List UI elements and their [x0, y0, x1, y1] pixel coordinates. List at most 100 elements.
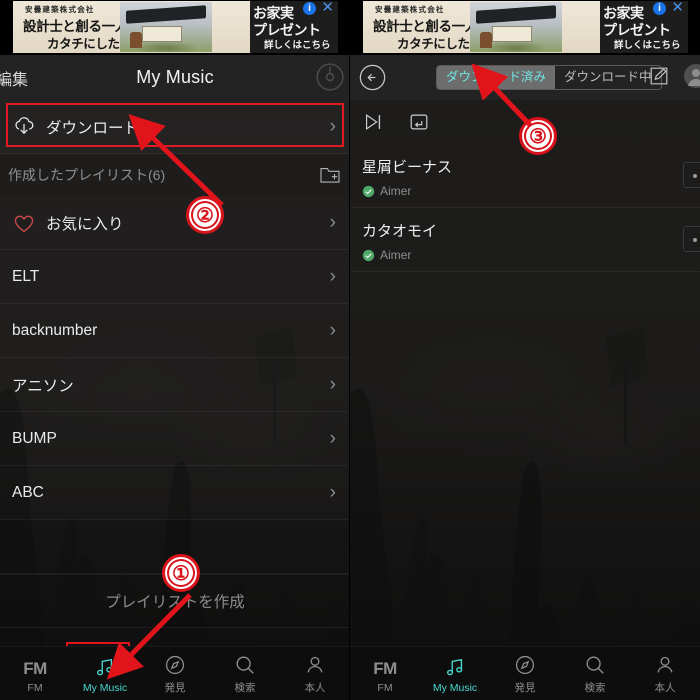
tab-label: My Music — [82, 681, 128, 694]
compass-icon — [514, 652, 536, 676]
search-icon — [584, 652, 606, 676]
ad-creative[interactable]: 安曇建築株式会社 設計士と創る一人一人の夢を カタチにした住まい — [13, 1, 250, 53]
download-row-chevron: › — [329, 115, 336, 137]
check-circle-icon — [362, 185, 375, 197]
song-meta: Aimer — [362, 248, 688, 262]
ad-info-icon[interactable]: i — [653, 2, 666, 15]
ad-info-icon[interactable]: i — [303, 2, 316, 15]
playlist-label: お気に入り — [46, 215, 124, 233]
playlist-chevron: › — [329, 265, 336, 287]
fm-icon: FM — [373, 658, 397, 678]
music-note-icon — [444, 654, 466, 678]
ad-house-plant — [480, 32, 492, 48]
folder-plus-icon[interactable] — [320, 165, 340, 183]
download-box-icon[interactable] — [408, 111, 430, 133]
fm-icon: FM — [23, 658, 47, 678]
playlist-row-anison[interactable]: アニソン › — [0, 358, 349, 412]
ad-company-name: 安曇建築株式会社 — [25, 5, 95, 14]
playlist-chevron: › — [329, 319, 336, 341]
playlist-label: backnumber — [12, 321, 98, 339]
download-segmented-control[interactable]: ダウンロード済み ダウンロード中 — [436, 65, 662, 90]
left-header-bar: 編集 My Music — [0, 55, 349, 100]
left-screen-my-music: 安曇建築株式会社 設計士と創る一人一人の夢を カタチにした住まい お家実 プレゼ… — [0, 0, 350, 700]
ad-close-icon[interactable]: ✕ — [671, 1, 684, 15]
ad-company-name: 安曇建築株式会社 — [375, 5, 445, 14]
playlist-row-backnumber[interactable]: backnumber › — [0, 304, 349, 358]
back-arrow-icon[interactable] — [359, 64, 386, 91]
create-playlist-label: プレイリストを作成 — [105, 594, 245, 611]
playlist-row-elt[interactable]: ELT › — [0, 250, 349, 304]
tab-label: FM — [27, 681, 43, 694]
create-playlist-row[interactable]: プレイリストを作成 — [0, 574, 349, 628]
ad-house-window — [492, 26, 532, 42]
list-spacer — [0, 520, 349, 574]
tab-label: 本人 — [654, 682, 676, 694]
search-icon — [234, 652, 256, 676]
page-title: My Music — [136, 67, 214, 87]
tab-search[interactable]: 検索 — [560, 647, 630, 700]
avatar-icon[interactable] — [683, 63, 700, 89]
tab-label: 検索 — [234, 682, 256, 694]
tab-profile[interactable]: 本人 — [280, 647, 349, 700]
disc-icon[interactable] — [316, 63, 344, 91]
playlist-label: アニソン — [12, 377, 74, 395]
playlist-label: ELT — [12, 267, 40, 285]
song-title: 星屑ビーナス — [362, 159, 453, 176]
tab-fm[interactable]: FM FM — [350, 647, 420, 700]
downloads-subtoolbar — [350, 100, 700, 144]
tab-label: 発見 — [514, 682, 536, 694]
tab-discover[interactable]: 発見 — [140, 647, 210, 700]
playlist-section-label: 作成したプレイリスト(6) — [8, 167, 166, 183]
playlist-row-abc[interactable]: ABC › — [0, 466, 349, 520]
ad-cta-panel[interactable]: お家実 プレゼント 詳しくはこちら i ✕ — [600, 1, 688, 53]
playlist-chevron: › — [329, 211, 336, 233]
tab-my-music[interactable]: My Music — [420, 647, 490, 700]
downloaded-song-list: 星屑ビーナス Aimer カタオモイ Aimer — [350, 144, 700, 646]
song-meta: Aimer — [362, 184, 688, 198]
tab-fm[interactable]: FM FM — [0, 647, 70, 700]
tab-label: FM — [377, 681, 393, 694]
segment-downloading[interactable]: ダウンロード中 — [555, 66, 661, 89]
download-row[interactable]: ダウンロード › — [0, 100, 349, 154]
playlist-chevron: › — [329, 373, 336, 395]
person-icon — [654, 652, 676, 676]
tab-profile[interactable]: 本人 — [630, 647, 700, 700]
cloud-download-icon — [15, 116, 34, 134]
playlist-chevron: › — [329, 427, 336, 449]
playlist-row-favorites[interactable]: お気に入り › — [0, 196, 349, 250]
ad-cta-panel[interactable]: お家実 プレゼント 詳しくはこちら i ✕ — [250, 1, 338, 53]
song-artist: Aimer — [380, 184, 412, 198]
ad-banner[interactable]: 安曇建築株式会社 設計士と創る一人一人の夢を カタチにした住まい お家実 プレゼ… — [350, 0, 700, 55]
ad-house-image — [470, 2, 562, 52]
segment-downloaded[interactable]: ダウンロード済み — [437, 66, 556, 89]
more-icon[interactable] — [683, 226, 700, 252]
playlist-row-bump[interactable]: BUMP › — [0, 412, 349, 466]
song-row[interactable]: 星屑ビーナス Aimer — [350, 144, 700, 208]
left-content: ダウンロード › 作成したプレイリスト(6) お気に入り › ELT › bac… — [0, 100, 349, 646]
person-icon — [304, 652, 326, 676]
ad-house-window — [142, 26, 182, 42]
edit-square-icon[interactable] — [648, 65, 670, 87]
tab-my-music[interactable]: My Music — [70, 647, 140, 700]
left-tab-bar: FM FM My Music 発見 検索 本人 — [0, 646, 349, 700]
playlist-label: ABC — [12, 483, 44, 501]
song-title: カタオモイ — [362, 223, 438, 240]
ad-banner[interactable]: 安曇建築株式会社 設計士と創る一人一人の夢を カタチにした住まい お家実 プレゼ… — [0, 0, 349, 55]
tab-label: My Music — [432, 681, 478, 694]
ad-cta-line3: 詳しくはこちら — [614, 40, 681, 51]
more-icon[interactable] — [683, 162, 700, 188]
right-screen-downloads: 安曇建築株式会社 設計士と創る一人一人の夢を カタチにした住まい お家実 プレゼ… — [350, 0, 700, 700]
song-row[interactable]: カタオモイ Aimer — [350, 208, 700, 272]
right-header-bar: ダウンロード済み ダウンロード中 — [350, 55, 700, 100]
favorites-icon-wrap — [12, 212, 46, 234]
tab-label: 発見 — [164, 682, 186, 694]
ad-creative[interactable]: 安曇建築株式会社 設計士と創る一人一人の夢を カタチにした住まい — [363, 1, 600, 53]
ad-house-image — [120, 2, 212, 52]
tab-label: 本人 — [304, 682, 326, 694]
tab-search[interactable]: 検索 — [210, 647, 280, 700]
playlist-label: BUMP — [12, 429, 57, 447]
right-tab-bar: FM FM My Music 発見 検索 本人 — [350, 646, 700, 700]
play-next-icon[interactable] — [362, 111, 384, 133]
tab-discover[interactable]: 発見 — [490, 647, 560, 700]
ad-close-icon[interactable]: ✕ — [321, 1, 334, 15]
